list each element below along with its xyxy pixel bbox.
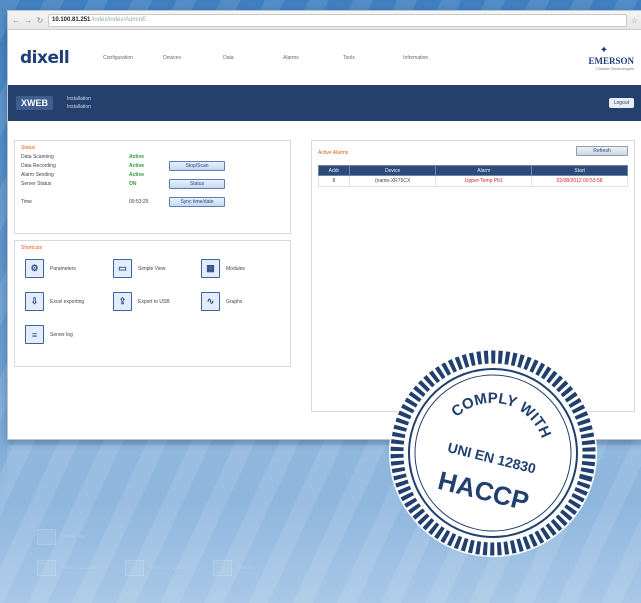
stop-scan-button[interactable]: Stop/Scan	[169, 161, 225, 171]
status-label: Time	[21, 199, 32, 205]
header-band: XWEB Installation Installation Logout	[8, 85, 641, 121]
status-value: Active	[129, 163, 145, 169]
menu-item-devices[interactable]: Devices	[163, 55, 223, 61]
emerson-subtitle: Climate Technologies	[596, 65, 634, 71]
bookmark-star-icon[interactable]: ☆	[631, 16, 638, 25]
xweb-logo: XWEB	[16, 96, 53, 110]
url-path: /index/index/AdminE	[91, 17, 147, 23]
column-header-alarm[interactable]: Alarm	[435, 165, 533, 176]
shortcut-graphs[interactable]: ∿ Graphs	[201, 292, 242, 311]
reflection-item: Export to USB	[125, 560, 182, 576]
status-row: Time 09:53:25 Sync time/date	[15, 193, 290, 211]
reflection-item: Graphs	[213, 560, 254, 576]
back-arrow-icon[interactable]: ←	[12, 16, 20, 25]
shortcut-export-usb[interactable]: ⇪ Export to USB	[113, 292, 170, 311]
status-value: 09:53:25	[129, 199, 149, 205]
status-panel: Status Data Scanning Active Data Recordi…	[14, 140, 291, 234]
menu-item-alarms[interactable]: Alarms	[283, 55, 343, 61]
status-row: Data Recording Active Stop/Scan	[15, 161, 290, 171]
logout-button[interactable]: Logout	[608, 98, 634, 108]
shortcuts-panel: Shortcuts ⚙ Parameters ▭ Simple View ▦ M…	[14, 240, 291, 367]
status-label: Alarm Sending	[21, 172, 54, 178]
usb-icon	[125, 560, 144, 576]
chart-icon: ∿	[201, 292, 220, 311]
status-value: Active	[129, 154, 145, 160]
reflection-item: Server log	[37, 529, 85, 545]
shortcut-label: Graphs	[226, 298, 243, 305]
shortcut-label: Parameters	[50, 265, 76, 272]
shortcut-label: Excel exporting	[50, 298, 85, 305]
reflection-label: Export to USB	[150, 565, 182, 571]
cell-device: (name-XR75CX	[348, 175, 437, 187]
cell-start: 02/08/2012 09:53:58	[531, 175, 628, 187]
menu-item-information[interactable]: Information	[403, 55, 463, 61]
main-menu: Configuration Devices Data Alarms Tools …	[103, 55, 574, 61]
logo-text: dixell	[20, 47, 70, 68]
status-value: ON	[129, 181, 137, 187]
shortcuts-title: Shortcuts	[21, 245, 43, 251]
cell-addr: 8	[318, 175, 350, 187]
reflection-label: Graphs	[238, 565, 255, 571]
shortcut-modules[interactable]: ▦ Modules	[201, 259, 245, 278]
cell-alarm: Upper-Temp Pb1	[435, 175, 533, 187]
wrench-icon: ⚙	[25, 259, 44, 278]
status-label: Data Scanning	[21, 154, 54, 160]
shortcut-label: Modules	[226, 265, 245, 272]
status-title: Status	[21, 145, 36, 151]
reflection-label: Server log	[62, 534, 85, 540]
status-button[interactable]: Status	[169, 179, 225, 189]
column-header-device[interactable]: Device	[348, 165, 437, 176]
haccp-stamp: COMPLY WITH UNI EN 12830 HACCP	[389, 349, 597, 557]
dixell-logo: dixell	[20, 47, 70, 68]
grid-icon: ▦	[201, 259, 220, 278]
address-bar[interactable]: 10.100.81.251 /index/index/AdminE	[48, 13, 627, 27]
shortcut-parameters[interactable]: ⚙ Parameters	[25, 259, 76, 278]
reload-icon[interactable]: ↻	[36, 16, 44, 25]
shortcut-excel-exporting[interactable]: ⇩ Excel exporting	[25, 292, 84, 311]
forward-arrow-icon[interactable]: →	[24, 16, 32, 25]
shortcut-label: Simple View	[138, 265, 166, 272]
status-row: Data Scanning Active	[15, 153, 290, 161]
menu-item-data[interactable]: Data	[223, 55, 283, 61]
installation-line-1: Installation	[67, 96, 91, 102]
installation-info: Installation Installation	[67, 95, 91, 111]
menu-item-configuration[interactable]: Configuration	[103, 55, 163, 61]
shortcut-label: Export to USB	[138, 298, 170, 305]
monitor-icon: ▭	[113, 259, 132, 278]
usb-icon: ⇪	[113, 292, 132, 311]
list-icon: ≡	[25, 325, 44, 344]
reflection-label: Excel exporting	[62, 565, 97, 571]
menu-item-tools[interactable]: Tools	[343, 55, 403, 61]
refresh-button[interactable]: Refresh	[576, 146, 628, 156]
top-navigation: dixell Configuration Devices Data Alarms…	[8, 30, 641, 85]
alarms-header-row: Addr Device Alarm Start	[318, 165, 628, 176]
chart-icon	[213, 560, 232, 576]
sync-time-button[interactable]: Sync time/date	[169, 197, 225, 207]
status-value: Active	[129, 172, 145, 178]
status-label: Data Recording	[21, 163, 56, 169]
status-row: Alarm Sending Active	[15, 171, 290, 179]
status-label: Server Status	[21, 181, 52, 187]
export-icon: ⇩	[25, 292, 44, 311]
shortcut-server-log[interactable]: ≡ Server log	[25, 325, 73, 344]
table-row[interactable]: 8 (name-XR75CX Upper-Temp Pb1 02/08/2012…	[318, 175, 628, 187]
installation-line-2: Installation	[67, 104, 91, 110]
export-icon	[37, 560, 56, 576]
shortcut-simple-view[interactable]: ▭ Simple View	[113, 259, 165, 278]
emerson-name: EMERSON	[588, 55, 634, 66]
list-icon	[37, 529, 56, 545]
column-header-start[interactable]: Start	[531, 165, 628, 176]
alarms-table: Addr Device Alarm Start 8 (name-XR75CX U…	[318, 165, 628, 187]
column-header-addr[interactable]: Addr	[318, 165, 350, 176]
emerson-mark-icon: ✦	[599, 44, 609, 56]
reflection-item: Excel exporting	[37, 560, 96, 576]
url-host: 10.100.81.251	[52, 17, 91, 23]
emerson-logo: ✦ EMERSON Climate Technologies	[574, 45, 634, 71]
browser-toolbar: ← → ↻ 10.100.81.251 /index/index/AdminE …	[8, 11, 641, 30]
shortcut-label: Server log	[50, 331, 73, 338]
status-row: Server Status ON Status	[15, 179, 290, 189]
